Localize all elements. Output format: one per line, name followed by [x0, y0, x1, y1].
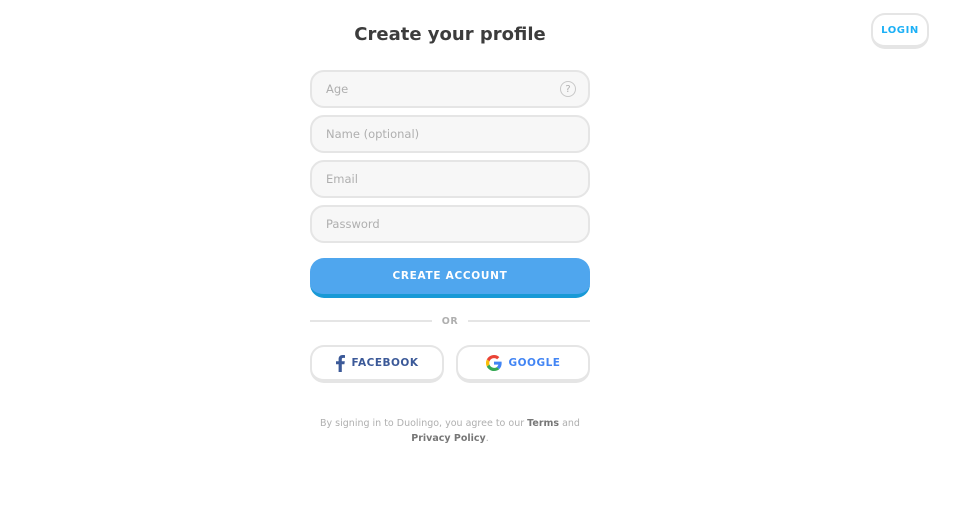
facebook-icon — [335, 354, 345, 372]
divider-line-left — [310, 320, 432, 322]
divider-label: OR — [441, 315, 459, 327]
facebook-label: FACEBOOK — [351, 357, 419, 369]
page-title: Create your profile — [354, 24, 546, 45]
password-input[interactable] — [312, 207, 588, 241]
facebook-button[interactable]: FACEBOOK — [310, 345, 444, 383]
email-field — [310, 160, 590, 198]
terms-link[interactable]: Terms — [527, 418, 559, 429]
age-input[interactable] — [312, 72, 560, 106]
create-account-button[interactable]: CREATE ACCOUNT — [310, 258, 590, 298]
legal-notice: By signing in to Duolingo, you agree to … — [306, 416, 594, 446]
age-field: ? — [310, 70, 590, 108]
legal-prefix: By signing in to Duolingo, you agree to … — [320, 418, 525, 429]
name-input[interactable] — [312, 117, 588, 151]
google-icon — [485, 355, 502, 371]
login-button[interactable]: LOGIN — [871, 13, 929, 49]
name-field — [310, 115, 590, 153]
divider-line-right — [468, 320, 590, 322]
or-divider: OR — [310, 314, 590, 328]
google-label: GOOGLE — [508, 357, 561, 369]
signup-page: LOGIN Create your profile ? CREATE ACCOU… — [0, 0, 954, 513]
privacy-policy-link[interactable]: Privacy Policy — [411, 433, 485, 444]
legal-and: and — [562, 418, 580, 429]
question-mark-icon[interactable]: ? — [560, 81, 576, 97]
google-button[interactable]: GOOGLE — [456, 345, 590, 383]
legal-period: . — [485, 433, 489, 444]
password-field — [310, 205, 590, 243]
email-input[interactable] — [312, 162, 588, 196]
